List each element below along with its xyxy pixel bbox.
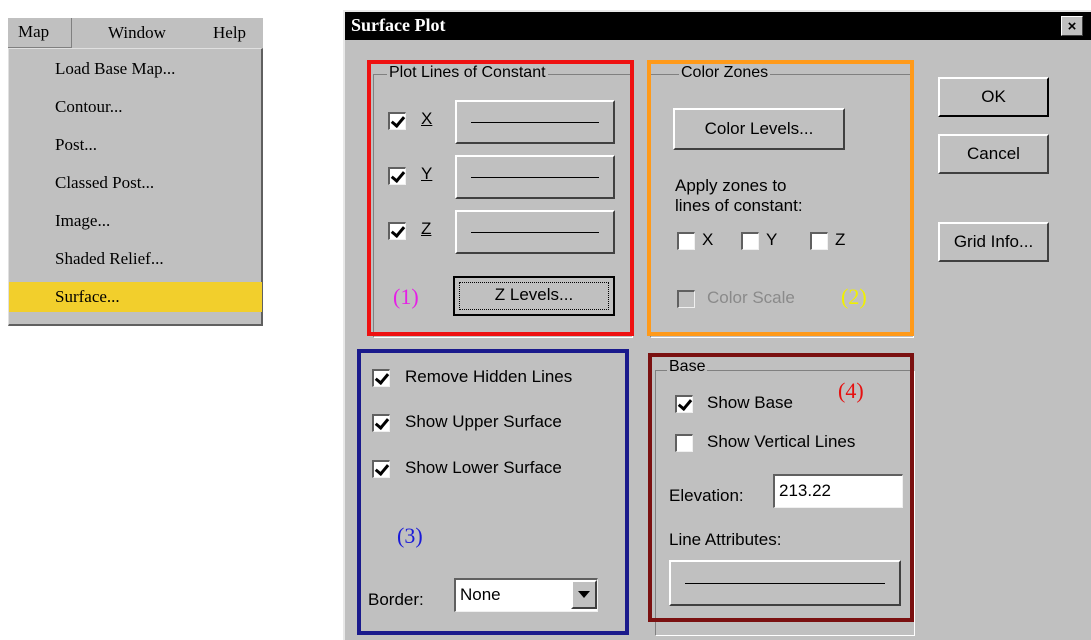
dialog-titlebar: Surface Plot ×	[345, 12, 1091, 40]
menu-map[interactable]: Map	[8, 18, 72, 48]
menu-item-classed-post[interactable]: Classed Post...	[9, 168, 262, 198]
highlight-box-3	[357, 349, 629, 635]
menu-window[interactable]: Window	[108, 23, 166, 43]
annotation-4: (4)	[838, 378, 864, 403]
menu-item-load-base-map[interactable]: Load Base Map...	[9, 54, 262, 84]
menu-item-shaded-relief[interactable]: Shaded Relief...	[9, 244, 262, 274]
annotation-1: (1)	[393, 284, 419, 309]
menu-item-surface[interactable]: Surface...	[9, 282, 262, 312]
close-button[interactable]: ×	[1061, 16, 1083, 36]
menu-bar: Map Window Help	[8, 18, 263, 48]
highlight-box-4	[648, 353, 914, 622]
annotation-2: (2)	[841, 284, 867, 309]
close-icon: ×	[1067, 18, 1077, 35]
menu-help[interactable]: Help	[213, 23, 246, 43]
ok-button[interactable]: OK	[938, 77, 1049, 117]
menu-item-image[interactable]: Image...	[9, 206, 262, 236]
map-dropdown-menu: Load Base Map... Contour... Post... Clas…	[8, 48, 263, 326]
cancel-button[interactable]: Cancel	[938, 134, 1049, 174]
menu-item-post[interactable]: Post...	[9, 130, 262, 160]
grid-info-button[interactable]: Grid Info...	[938, 222, 1049, 262]
annotation-3: (3)	[397, 523, 423, 548]
menu-item-contour[interactable]: Contour...	[9, 92, 262, 122]
dialog-title: Surface Plot	[351, 15, 446, 35]
highlight-box-2	[647, 60, 914, 336]
